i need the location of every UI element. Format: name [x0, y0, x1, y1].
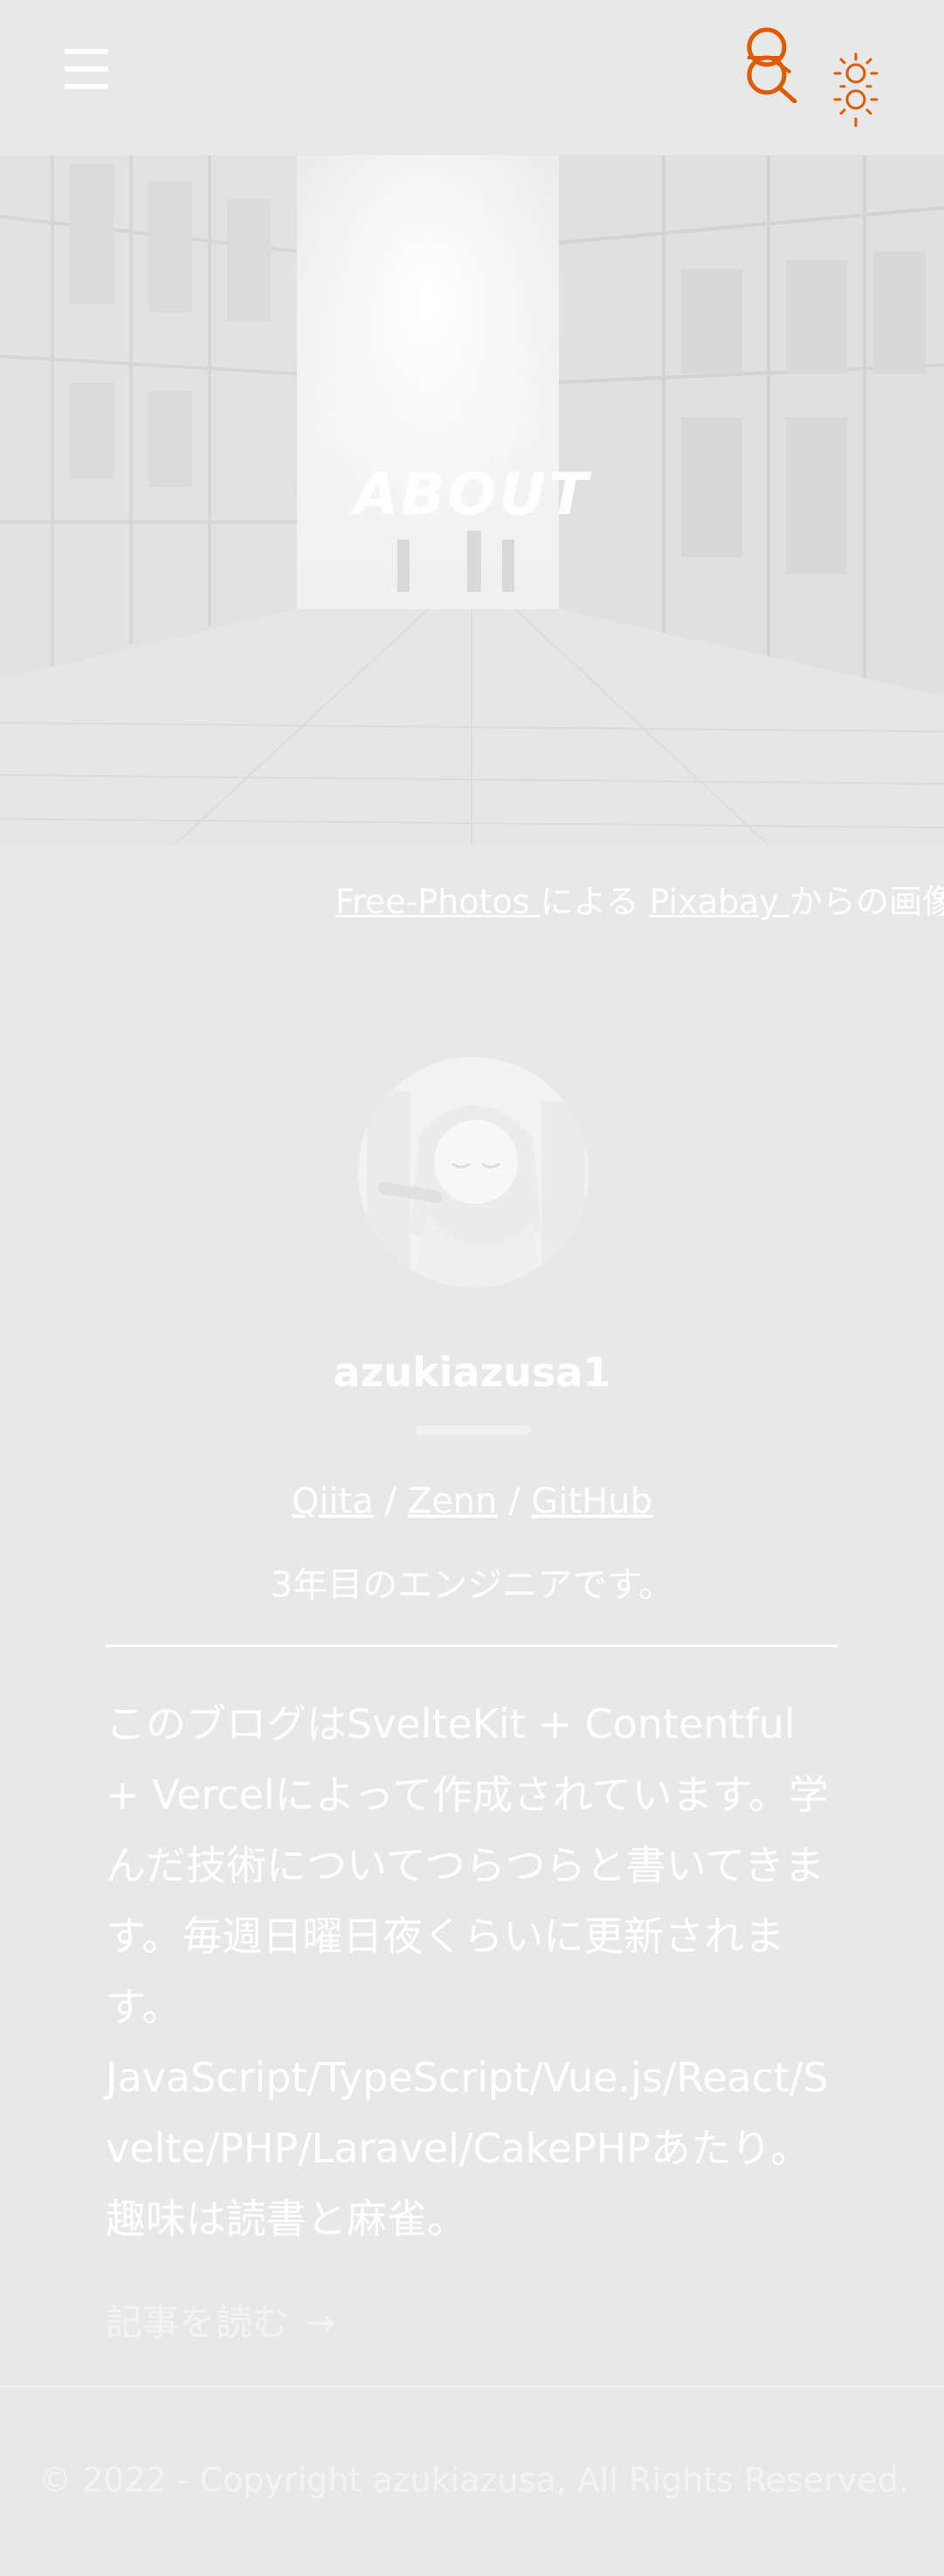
- hero-banner: ABOUT: [0, 155, 944, 845]
- zenn-link[interactable]: Zenn: [408, 1481, 498, 1522]
- footer-divider: [0, 2386, 944, 2387]
- credit-by-text: による: [540, 883, 639, 921]
- search-icon: [747, 27, 797, 104]
- avatar: [358, 1057, 589, 1288]
- read-articles-link[interactable]: 記事を読む →: [106, 2293, 335, 2346]
- hamburger-icon: [65, 49, 108, 54]
- arrow-right-icon: →: [305, 2301, 336, 2344]
- profile-tagline: 3年目のエンジニアです。: [270, 1565, 674, 1605]
- image-credit: Free-Photos による Pixabay からの画像: [335, 875, 944, 923]
- site-header: [0, 0, 944, 155]
- pixabay-link[interactable]: Pixabay: [650, 883, 789, 921]
- page-title: ABOUT: [353, 461, 591, 528]
- section-divider: [106, 1645, 837, 1647]
- theme-toggle-button[interactable]: [830, 51, 882, 129]
- link-separator: /: [508, 1481, 520, 1522]
- photographer-link[interactable]: Free-Photos: [335, 883, 541, 921]
- credit-from-text: からの画像: [789, 883, 944, 921]
- bio-text: このブログはSvelteKit + Contentful + Vercelによっ…: [106, 1689, 839, 2255]
- copyright-text: © 2022 - Copyright azukiazusa, All Right…: [38, 2461, 909, 2499]
- search-button[interactable]: [741, 21, 798, 104]
- sun-icon: [833, 52, 879, 127]
- avatar-illustration: [358, 1057, 589, 1288]
- link-separator: /: [384, 1481, 397, 1522]
- bio-paragraph: 趣味は読書と麻雀。: [106, 2195, 467, 2243]
- read-articles-label: 記事を読む: [106, 2301, 290, 2344]
- username-underline: [416, 1425, 531, 1435]
- bio-paragraph: このブログはSvelteKit + Contentful + Vercelによっ…: [106, 1700, 829, 2030]
- menu-button[interactable]: [65, 49, 108, 89]
- bio-paragraph: JavaScript/TypeScript/Vue.js/React/Svelt…: [106, 2054, 829, 2172]
- qiita-link[interactable]: Qiita: [292, 1481, 374, 1522]
- profile-links: Qiita / Zenn / GitHub: [0, 1481, 944, 1522]
- username: azukiazusa1: [333, 1349, 611, 1396]
- github-link[interactable]: GitHub: [531, 1481, 652, 1522]
